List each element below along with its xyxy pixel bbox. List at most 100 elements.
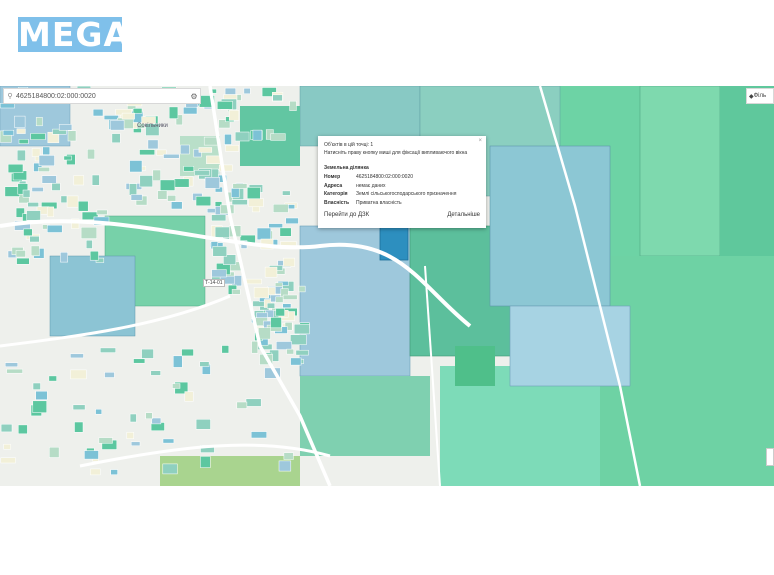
small-parcel[interactable] xyxy=(171,201,183,210)
small-parcel[interactable] xyxy=(0,103,15,109)
go-to-dzk-link[interactable]: Перейти до ДЗК xyxy=(324,212,369,218)
small-parcel[interactable] xyxy=(80,226,98,239)
details-link[interactable]: Детальніше xyxy=(447,212,480,218)
small-parcel[interactable] xyxy=(60,252,68,263)
small-parcel[interactable] xyxy=(0,457,16,464)
small-parcel[interactable] xyxy=(275,308,285,317)
small-parcel[interactable] xyxy=(133,358,146,364)
small-parcel[interactable] xyxy=(31,187,44,192)
cadastral-map[interactable]: ⚲ 4625184800:02:000:0020 ⚙ ◆ Філь Т-14-0… xyxy=(0,86,774,486)
small-parcel[interactable] xyxy=(285,217,299,224)
small-parcel[interactable] xyxy=(139,175,153,188)
small-parcel[interactable] xyxy=(23,228,33,236)
small-parcel[interactable] xyxy=(85,239,93,249)
small-parcel[interactable] xyxy=(232,183,248,189)
small-parcel[interactable] xyxy=(272,203,289,213)
small-parcel[interactable] xyxy=(78,200,89,212)
map-control-button[interactable] xyxy=(766,448,774,466)
small-parcel[interactable] xyxy=(163,153,180,159)
small-parcel[interactable] xyxy=(90,468,101,476)
small-parcel[interactable] xyxy=(214,226,231,238)
small-parcel[interactable] xyxy=(47,224,63,233)
small-parcel[interactable] xyxy=(268,223,283,228)
small-parcel[interactable] xyxy=(51,183,61,191)
small-parcel[interactable] xyxy=(270,133,286,141)
small-parcel[interactable] xyxy=(41,175,57,184)
small-parcel[interactable] xyxy=(162,463,178,475)
small-parcel[interactable] xyxy=(172,383,181,389)
small-parcel[interactable] xyxy=(275,296,284,303)
small-parcel[interactable] xyxy=(30,133,46,140)
small-parcel[interactable] xyxy=(129,183,138,196)
filter-button[interactable]: ◆ Філь xyxy=(746,88,774,104)
small-parcel[interactable] xyxy=(92,108,104,117)
small-parcel[interactable] xyxy=(162,438,175,444)
small-parcel[interactable] xyxy=(234,131,250,142)
small-parcel[interactable] xyxy=(231,187,240,198)
small-parcel[interactable] xyxy=(231,199,248,206)
small-parcel[interactable] xyxy=(74,421,84,433)
small-parcel[interactable] xyxy=(70,353,84,359)
small-parcel[interactable] xyxy=(245,398,262,407)
small-parcel[interactable] xyxy=(139,149,155,156)
small-parcel[interactable] xyxy=(283,257,295,267)
small-parcel[interactable] xyxy=(251,340,259,354)
small-parcel[interactable] xyxy=(58,124,73,131)
small-parcel[interactable] xyxy=(167,195,177,202)
small-parcel[interactable] xyxy=(173,355,183,368)
small-parcel[interactable] xyxy=(29,235,40,243)
small-parcel[interactable] xyxy=(290,334,307,345)
small-parcel[interactable] xyxy=(16,128,26,134)
small-parcel[interactable] xyxy=(195,419,211,430)
small-parcel[interactable] xyxy=(14,115,26,128)
small-parcel[interactable] xyxy=(173,178,190,188)
small-parcel[interactable] xyxy=(245,278,262,285)
small-parcel[interactable] xyxy=(288,204,295,210)
small-parcel[interactable] xyxy=(130,194,143,201)
small-parcel[interactable] xyxy=(73,175,84,186)
small-parcel[interactable] xyxy=(7,163,24,173)
small-parcel[interactable] xyxy=(270,317,282,329)
small-parcel[interactable] xyxy=(145,412,153,420)
small-parcel[interactable] xyxy=(26,210,41,221)
small-parcel[interactable] xyxy=(231,289,241,295)
small-parcel[interactable] xyxy=(183,106,198,115)
small-parcel[interactable] xyxy=(266,302,276,309)
small-parcel[interactable] xyxy=(159,179,176,191)
small-parcel[interactable] xyxy=(180,144,190,155)
small-parcel[interactable] xyxy=(110,120,125,131)
small-parcel[interactable] xyxy=(168,106,179,119)
small-parcel[interactable] xyxy=(98,437,113,444)
small-parcel[interactable] xyxy=(0,423,13,433)
mega-logo[interactable]: MEGA xyxy=(18,17,129,52)
small-parcel[interactable] xyxy=(250,431,267,439)
small-parcel[interactable] xyxy=(199,361,210,367)
small-parcel[interactable] xyxy=(157,190,168,200)
small-parcel[interactable] xyxy=(293,323,310,335)
small-parcel[interactable] xyxy=(38,155,55,167)
small-parcel[interactable] xyxy=(184,391,194,402)
small-parcel[interactable] xyxy=(278,460,292,472)
small-parcel[interactable] xyxy=(104,372,115,378)
small-parcel[interactable] xyxy=(272,94,283,102)
small-parcel[interactable] xyxy=(42,146,51,155)
small-parcel[interactable] xyxy=(181,348,194,357)
small-parcel[interactable] xyxy=(211,214,227,222)
small-parcel[interactable] xyxy=(246,187,261,199)
small-parcel[interactable] xyxy=(27,202,39,208)
small-parcel[interactable] xyxy=(66,195,79,208)
small-parcel[interactable] xyxy=(258,327,271,340)
small-parcel[interactable] xyxy=(100,347,116,353)
small-parcel[interactable] xyxy=(204,177,220,189)
small-parcel[interactable] xyxy=(236,401,248,409)
small-parcel[interactable] xyxy=(221,345,230,354)
small-parcel[interactable] xyxy=(130,441,141,447)
small-parcel[interactable] xyxy=(96,209,108,215)
cadastral-search-input[interactable]: ⚲ 4625184800:02:000:0020 ⚙ xyxy=(3,88,201,104)
small-parcel[interactable] xyxy=(121,112,135,120)
small-parcel[interactable] xyxy=(252,129,263,141)
small-parcel[interactable] xyxy=(198,147,213,153)
small-parcel[interactable] xyxy=(103,115,119,120)
small-parcel[interactable] xyxy=(72,404,86,411)
small-parcel[interactable] xyxy=(132,108,143,114)
